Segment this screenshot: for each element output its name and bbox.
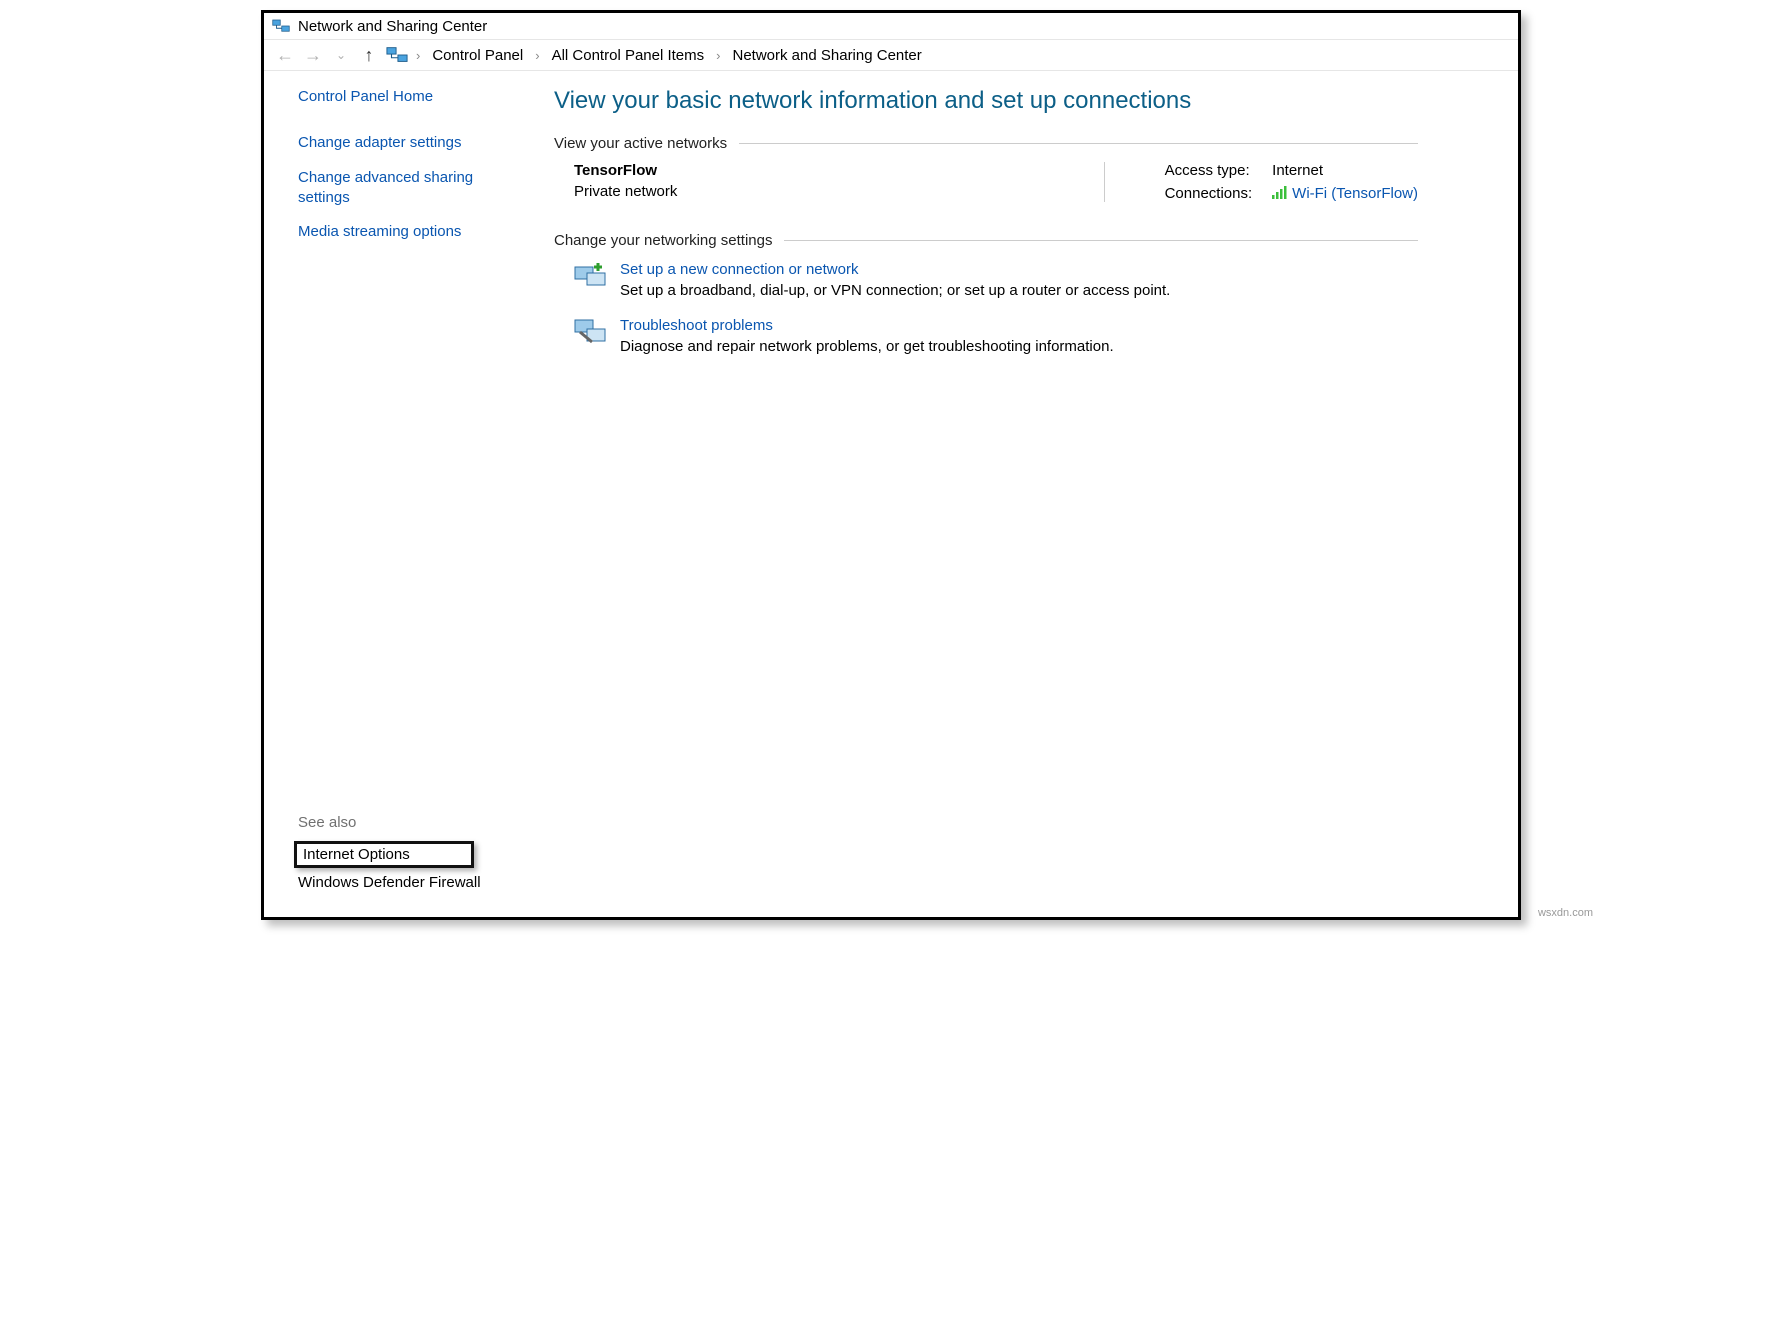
main-content: View your basic network information and … [534,71,1518,905]
breadcrumb-all-items[interactable]: All Control Panel Items [548,45,709,66]
access-type-value: Internet [1272,162,1418,179]
wifi-signal-icon [1272,185,1288,199]
see-also-label: See also [298,814,514,831]
recent-chevron-icon[interactable]: ⌄ [330,44,352,66]
connections-value[interactable]: Wi-Fi (TensorFlow) [1272,185,1418,202]
connections-label: Connections: [1165,185,1253,202]
troubleshoot-desc: Diagnose and repair network problems, or… [620,338,1114,355]
setup-connection-desc: Set up a broadband, dial-up, or VPN conn… [620,282,1170,299]
defender-firewall-link[interactable]: Windows Defender Firewall [298,874,514,891]
chevron-right-icon: › [533,48,541,63]
chevron-right-icon: › [414,48,422,63]
up-arrow-icon[interactable]: ↑ [358,44,380,66]
sidebar: Control Panel Home Change adapter settin… [264,71,534,905]
watermark: wsxdn.com [1538,907,1593,919]
back-arrow-icon[interactable]: ← [274,44,296,66]
chevron-right-icon: › [714,48,722,63]
network-name: TensorFlow [574,162,1064,179]
troubleshoot-icon [574,317,606,345]
sidebar-adapter-link[interactable]: Change adapter settings [298,133,514,153]
internet-options-link[interactable]: Internet Options [294,841,474,868]
change-settings-label: Change your networking settings [554,232,1418,249]
troubleshoot-item: Troubleshoot problems Diagnose and repai… [574,317,1418,355]
page-heading: View your basic network information and … [554,87,1418,115]
forward-arrow-icon[interactable]: → [302,44,324,66]
breadcrumb-network-sharing[interactable]: Network and Sharing Center [729,45,926,66]
troubleshoot-link[interactable]: Troubleshoot problems [620,317,1114,334]
sidebar-media-link[interactable]: Media streaming options [298,222,514,242]
active-networks-label: View your active networks [554,135,1418,152]
network-type: Private network [574,183,1064,200]
active-network-block: TensorFlow Private network [574,162,1105,202]
setup-connection-icon [574,261,606,289]
access-type-label: Access type: [1165,162,1253,179]
setup-connection-link[interactable]: Set up a new connection or network [620,261,1170,278]
nav-bar: ← → ⌄ ↑ › Control Panel › All Control Pa… [264,39,1518,71]
title-bar: Network and Sharing Center [264,13,1518,39]
setup-connection-item: Set up a new connection or network Set u… [574,261,1418,299]
window-title: Network and Sharing Center [298,18,487,35]
breadcrumb-control-panel[interactable]: Control Panel [428,45,527,66]
control-panel-icon[interactable] [386,44,408,66]
sidebar-home-link[interactable]: Control Panel Home [298,87,514,107]
network-center-icon [272,17,290,35]
sidebar-advanced-link[interactable]: Change advanced sharing settings [298,168,514,209]
